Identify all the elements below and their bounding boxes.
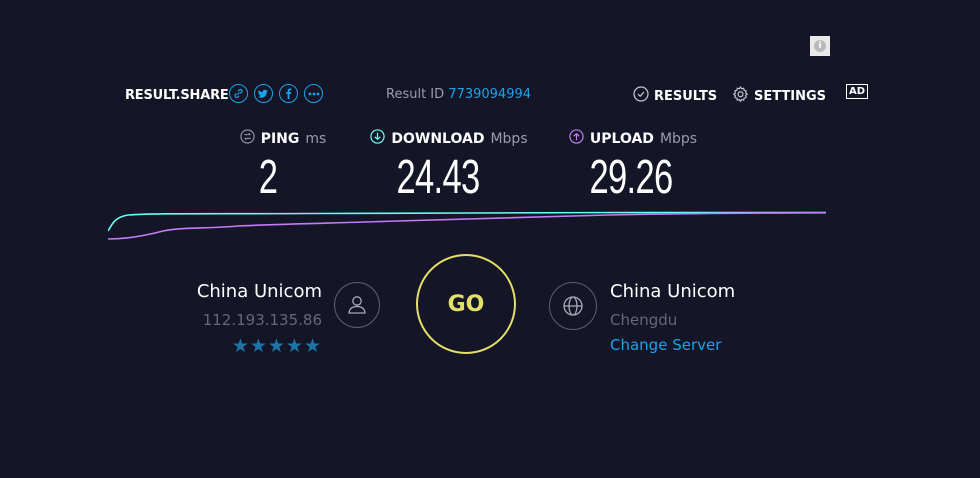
result-id-link[interactable]: 7739094994 <box>448 87 531 102</box>
ping-unit: ms <box>305 130 327 147</box>
download-icon <box>370 129 386 148</box>
result-id-label: Result ID <box>386 87 445 102</box>
isp-ip: 112.193.135.86 <box>202 311 322 329</box>
more-icon[interactable] <box>304 84 323 103</box>
upload-icon <box>569 129 584 148</box>
settings-label: SETTINGS <box>754 89 827 104</box>
link-icon[interactable] <box>229 84 248 103</box>
download-value: 24.43 <box>396 151 481 204</box>
upload-unit: Mbps <box>659 130 698 147</box>
globe-icon <box>549 282 597 330</box>
download-label: DOWNLOAD <box>391 130 485 147</box>
upload-label: UPLOAD <box>589 130 654 147</box>
upload-metric: UPLOAD Mbps 29.26 <box>562 129 704 206</box>
download-unit: Mbps <box>490 130 528 147</box>
ping-icon <box>240 129 255 148</box>
download-metric: DOWNLOAD Mbps 24.43 <box>364 129 534 206</box>
isp-name: China Unicom <box>196 281 322 302</box>
gear-icon <box>732 86 749 107</box>
user-icon <box>334 282 380 328</box>
check-circle-icon <box>633 86 649 106</box>
upload-graph-line <box>108 212 827 240</box>
upload-value: 29.26 <box>589 151 674 204</box>
result-id: Result ID 7739094994 <box>386 87 531 102</box>
go-button[interactable]: GO <box>416 254 516 354</box>
change-server-link[interactable]: Change Server <box>610 336 721 354</box>
server-location: Chengdu <box>610 311 678 329</box>
result-share-label: RESULT.SHARE <box>125 88 229 103</box>
info-icon[interactable]: i <box>810 36 830 56</box>
settings-button[interactable]: SETTINGS <box>732 86 826 107</box>
ping-metric: PING ms 2 <box>228 129 338 206</box>
speed-graph <box>108 211 827 240</box>
results-button[interactable]: RESULTS <box>633 86 717 106</box>
facebook-icon[interactable] <box>279 84 298 103</box>
twitter-icon[interactable] <box>254 84 273 103</box>
server-name: China Unicom <box>610 281 736 302</box>
ad-badge: AD <box>846 84 868 99</box>
isp-rating-stars[interactable]: ★★★★★ <box>150 335 322 357</box>
results-label: RESULTS <box>654 88 718 104</box>
share-icons <box>229 84 323 103</box>
ping-value: 2 <box>258 151 278 204</box>
ping-label: PING <box>260 130 300 147</box>
